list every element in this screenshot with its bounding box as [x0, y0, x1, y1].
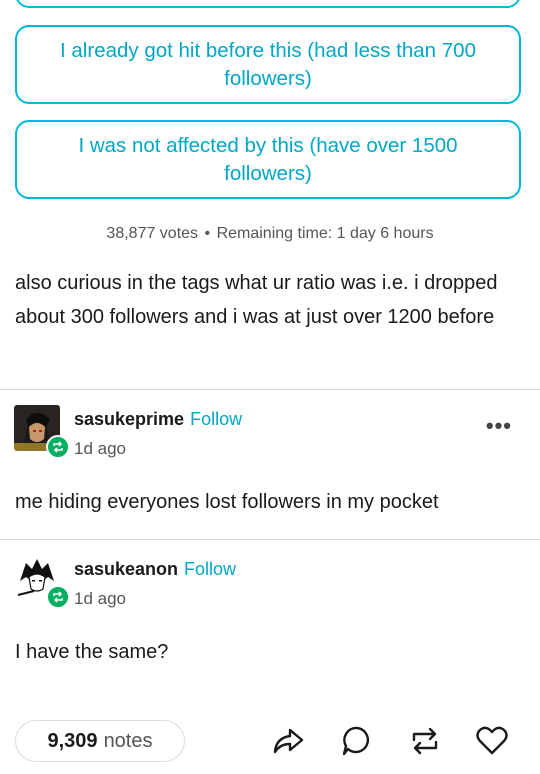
follow-button[interactable]: Follow	[184, 559, 236, 579]
username-link[interactable]: sasukeanon	[74, 559, 178, 579]
follow-button[interactable]: Follow	[190, 409, 242, 429]
reply-time: 1d ago	[74, 439, 126, 458]
poll-option-1-label: I already got hit before this (had less …	[60, 38, 476, 90]
poll-option-1[interactable]: I already got hit before this (had less …	[15, 25, 521, 104]
divider	[0, 389, 540, 390]
reply-text: me hiding everyones lost followers in my…	[15, 491, 439, 513]
like-icon[interactable]	[474, 724, 510, 758]
poll-option-previous[interactable]	[15, 0, 521, 8]
post-text: also curious in the tags what ur ratio w…	[15, 272, 498, 328]
avatar[interactable]	[14, 555, 70, 609]
share-icon[interactable]	[270, 724, 306, 758]
poll-votes: 38,877 votes	[106, 225, 199, 242]
notes-button[interactable]: 9,309 notes	[15, 720, 185, 762]
reply-icon[interactable]	[339, 724, 375, 758]
reblog-badge-icon	[46, 585, 70, 609]
notes-label: notes	[103, 729, 153, 752]
reblog-badge-icon	[46, 435, 70, 459]
poll-separator: •	[204, 225, 211, 242]
poll-option-2[interactable]: I was not affected by this (have over 15…	[15, 120, 521, 199]
reply-username: sasukeprime Follow	[74, 409, 242, 430]
poll-option-2-label: I was not affected by this (have over 15…	[78, 133, 458, 185]
avatar[interactable]	[14, 405, 70, 459]
notes-count: 9,309	[47, 729, 98, 752]
poll-meta: 38,877 votes • Remaining time: 1 day 6 h…	[0, 225, 540, 243]
divider	[0, 539, 540, 540]
reply-time: 1d ago	[74, 589, 126, 608]
reply-username: sasukeanon Follow	[74, 559, 236, 580]
reblog-icon[interactable]	[407, 724, 443, 758]
username-link[interactable]: sasukeprime	[74, 409, 184, 429]
poll-remaining-time: Remaining time: 1 day 6 hours	[216, 225, 434, 242]
more-icon[interactable]: •••	[486, 413, 512, 439]
reply-text: I have the same?	[15, 641, 169, 663]
